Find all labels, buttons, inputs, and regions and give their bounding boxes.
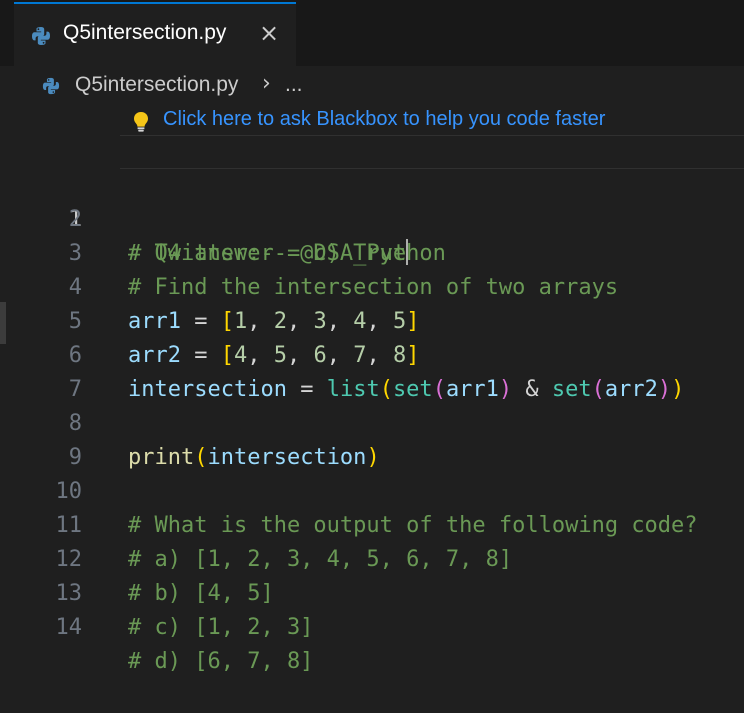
current-line-highlight xyxy=(120,135,744,169)
python-file-icon xyxy=(31,26,51,50)
tab-label: Q5intersection.py xyxy=(63,21,227,44)
breadcrumb: Q5intersection.py › ... xyxy=(0,66,744,106)
editor-tab[interactable]: Q5intersection.py × xyxy=(14,2,296,66)
code-line: 6 intersection = list(set(arr1) & set(ar… xyxy=(0,305,744,402)
code-line: 7 xyxy=(0,339,744,402)
chevron-right-icon: › xyxy=(262,71,271,96)
code-line: 11 # a) [1, 2, 3, 4, 5, 6, 7, 8] xyxy=(0,475,744,572)
hint-text: Click here to ask Blackbox to help you c… xyxy=(163,108,606,130)
close-icon[interactable]: × xyxy=(259,18,279,48)
code-line: 4 arr1 = [1, 2, 3, 4, 5] xyxy=(0,237,744,334)
code-text: # d) [6, 7, 8] xyxy=(128,649,314,674)
code-line: 10 # What is the output of the following… xyxy=(0,441,744,538)
code-line: 5 arr2 = [4, 5, 6, 7, 8] xyxy=(0,271,744,368)
code-line: 14 # d) [6, 7, 8] xyxy=(0,577,744,674)
code-editor[interactable]: 1 # Q4 answer = c) True 2 # Twitter:-- @… xyxy=(0,135,744,674)
tab-bar: Q5intersection.py × xyxy=(0,0,744,66)
line-number: 14 xyxy=(55,615,83,640)
code-line: 12 # b) [4, 5] xyxy=(0,509,744,606)
code-text: # c) [1, 2, 3] xyxy=(128,615,314,640)
code-line: 9 xyxy=(0,407,744,470)
code-line: 13 # c) [1, 2, 3] xyxy=(0,543,744,640)
code-line: 1 # Q4 answer = c) True xyxy=(0,135,744,266)
code-line: 8 print(intersection) xyxy=(0,373,744,470)
breadcrumb-symbols[interactable]: ... xyxy=(285,73,303,97)
python-file-icon xyxy=(42,77,60,99)
breadcrumb-file[interactable]: Q5intersection.py xyxy=(75,73,238,97)
code-line: 2 # Twitter:-- @DSA_Python xyxy=(0,169,744,266)
code-line: 3 # Find the intersection of two arrays xyxy=(0,203,744,300)
